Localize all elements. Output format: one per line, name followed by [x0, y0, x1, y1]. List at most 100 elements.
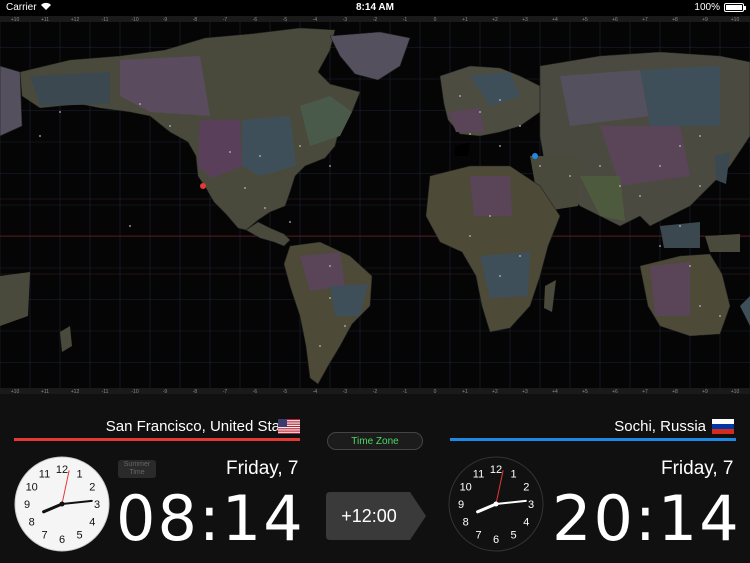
top-tz-label: +9	[702, 17, 708, 23]
city-dot	[699, 185, 701, 187]
clock-numeral: 2	[523, 482, 529, 494]
clock-numeral: 1	[510, 469, 516, 481]
left-analog-clock: 1234567891011 12	[14, 456, 110, 552]
city-dot	[459, 95, 461, 97]
city-dot	[659, 245, 661, 247]
top-tz-label: +1	[462, 17, 468, 23]
right-day-label: Friday, 7	[661, 458, 734, 479]
clock-numeral: 2	[89, 482, 95, 494]
top-tz-label: +2	[492, 17, 498, 23]
clock-numeral: 1	[76, 469, 82, 481]
city-dot	[169, 125, 171, 127]
city-dot	[344, 325, 346, 327]
bottom-panel: San Francisco, United States Time Zone S…	[0, 394, 750, 563]
top-tz-label: +10	[731, 17, 740, 23]
right-accent-line	[450, 438, 736, 441]
top-tz-label: +3	[522, 17, 528, 23]
clock-numeral: 12	[56, 464, 68, 476]
status-bar: Carrier 8:14 AM 100%	[0, 0, 750, 16]
city-dot	[519, 255, 521, 257]
left-city-name[interactable]: San Francisco, United States	[106, 418, 300, 435]
city-dot	[129, 225, 131, 227]
city-dot	[329, 165, 331, 167]
city-dot	[699, 135, 701, 137]
city-dot	[639, 195, 641, 197]
time-offset-label: +12:00	[341, 506, 397, 526]
clock-numeral: 3	[94, 499, 100, 511]
top-tz-label: -8	[193, 17, 198, 23]
russia-flag-icon	[712, 419, 734, 434]
top-tz-label: +5	[582, 17, 588, 23]
right-analog-clock: 1234567891011 12	[448, 456, 544, 552]
sochi-marker[interactable]	[532, 153, 538, 159]
battery-percent: 100%	[694, 2, 720, 13]
clock-numeral: 9	[24, 499, 30, 511]
top-tz-label: +8	[672, 17, 678, 23]
right-digital-time: 20:14	[552, 482, 741, 555]
city-dot	[689, 265, 691, 267]
top-tz-label: +10	[11, 17, 20, 23]
city-dot	[39, 135, 41, 137]
city-dot	[469, 235, 471, 237]
city-dot	[539, 165, 541, 167]
right-city-name[interactable]: Sochi, Russia	[614, 418, 706, 435]
city-dot	[319, 345, 321, 347]
city-dot	[289, 221, 291, 223]
left-accent-line	[14, 438, 300, 441]
city-dot	[59, 111, 61, 113]
city-dot	[519, 125, 521, 127]
top-tz-label: -5	[283, 17, 288, 23]
clock-numeral: 5	[76, 529, 82, 541]
city-dot	[569, 175, 571, 177]
san-francisco-marker[interactable]	[200, 183, 206, 189]
city-dot	[229, 151, 231, 153]
top-tz-label: -7	[223, 17, 228, 23]
city-dot	[469, 133, 471, 135]
city-dot	[619, 185, 621, 187]
city-dot	[244, 187, 246, 189]
clock-numeral: 12	[490, 464, 502, 476]
top-tz-label: -4	[313, 17, 318, 23]
clock-numeral: 8	[463, 517, 469, 529]
top-tz-label: -11	[102, 17, 109, 23]
top-tz-label: +4	[552, 17, 558, 23]
top-tz-label: +7	[642, 17, 648, 23]
clock-numeral: 7	[41, 529, 47, 541]
clock-numeral: 11	[473, 469, 484, 481]
clock-numeral: 4	[89, 517, 95, 529]
time-zone-button[interactable]: Time Zone	[327, 432, 423, 450]
top-tz-label: -10	[131, 17, 138, 23]
clock-numeral: 10	[460, 482, 472, 494]
summer-time-badge: Summer Time	[118, 460, 156, 478]
city-dot	[259, 155, 261, 157]
city-dot	[499, 275, 501, 277]
city-dot	[329, 265, 331, 267]
clock-numeral: 4	[523, 517, 529, 529]
top-tz-label: -3	[343, 17, 348, 23]
clock-numeral: 11	[39, 469, 50, 481]
city-dot	[264, 207, 266, 209]
city-dot	[659, 165, 661, 167]
battery-icon	[724, 3, 746, 12]
top-tz-label: +6	[612, 17, 618, 23]
top-tz-label: -6	[253, 17, 258, 23]
clock-center-pin	[59, 501, 65, 507]
clock-numeral: 3	[528, 499, 534, 511]
clock-numeral: 9	[458, 499, 464, 511]
city-dot	[599, 165, 601, 167]
city-dot	[139, 103, 141, 105]
city-dot	[479, 111, 481, 113]
city-dot	[679, 145, 681, 147]
status-time: 8:14 AM	[356, 2, 394, 13]
top-tz-label: -2	[373, 17, 378, 23]
clock-numeral: 6	[59, 534, 65, 546]
clock-numeral: 8	[29, 517, 35, 529]
left-digital-time: 08:14	[116, 482, 305, 555]
top-tz-label: +11	[41, 17, 49, 23]
city-dot	[499, 99, 501, 101]
city-dot	[699, 305, 701, 307]
clock-numeral: 7	[475, 529, 481, 541]
top-tz-label: +12	[71, 17, 80, 23]
world-time-zone-map[interactable]: +10 +11 +12 -11 -10 -9 -8 -7 -6 -5 -4 -3 -2 -1 0 +1 +2 +3…	[0, 16, 750, 394]
city-dot	[719, 315, 721, 317]
